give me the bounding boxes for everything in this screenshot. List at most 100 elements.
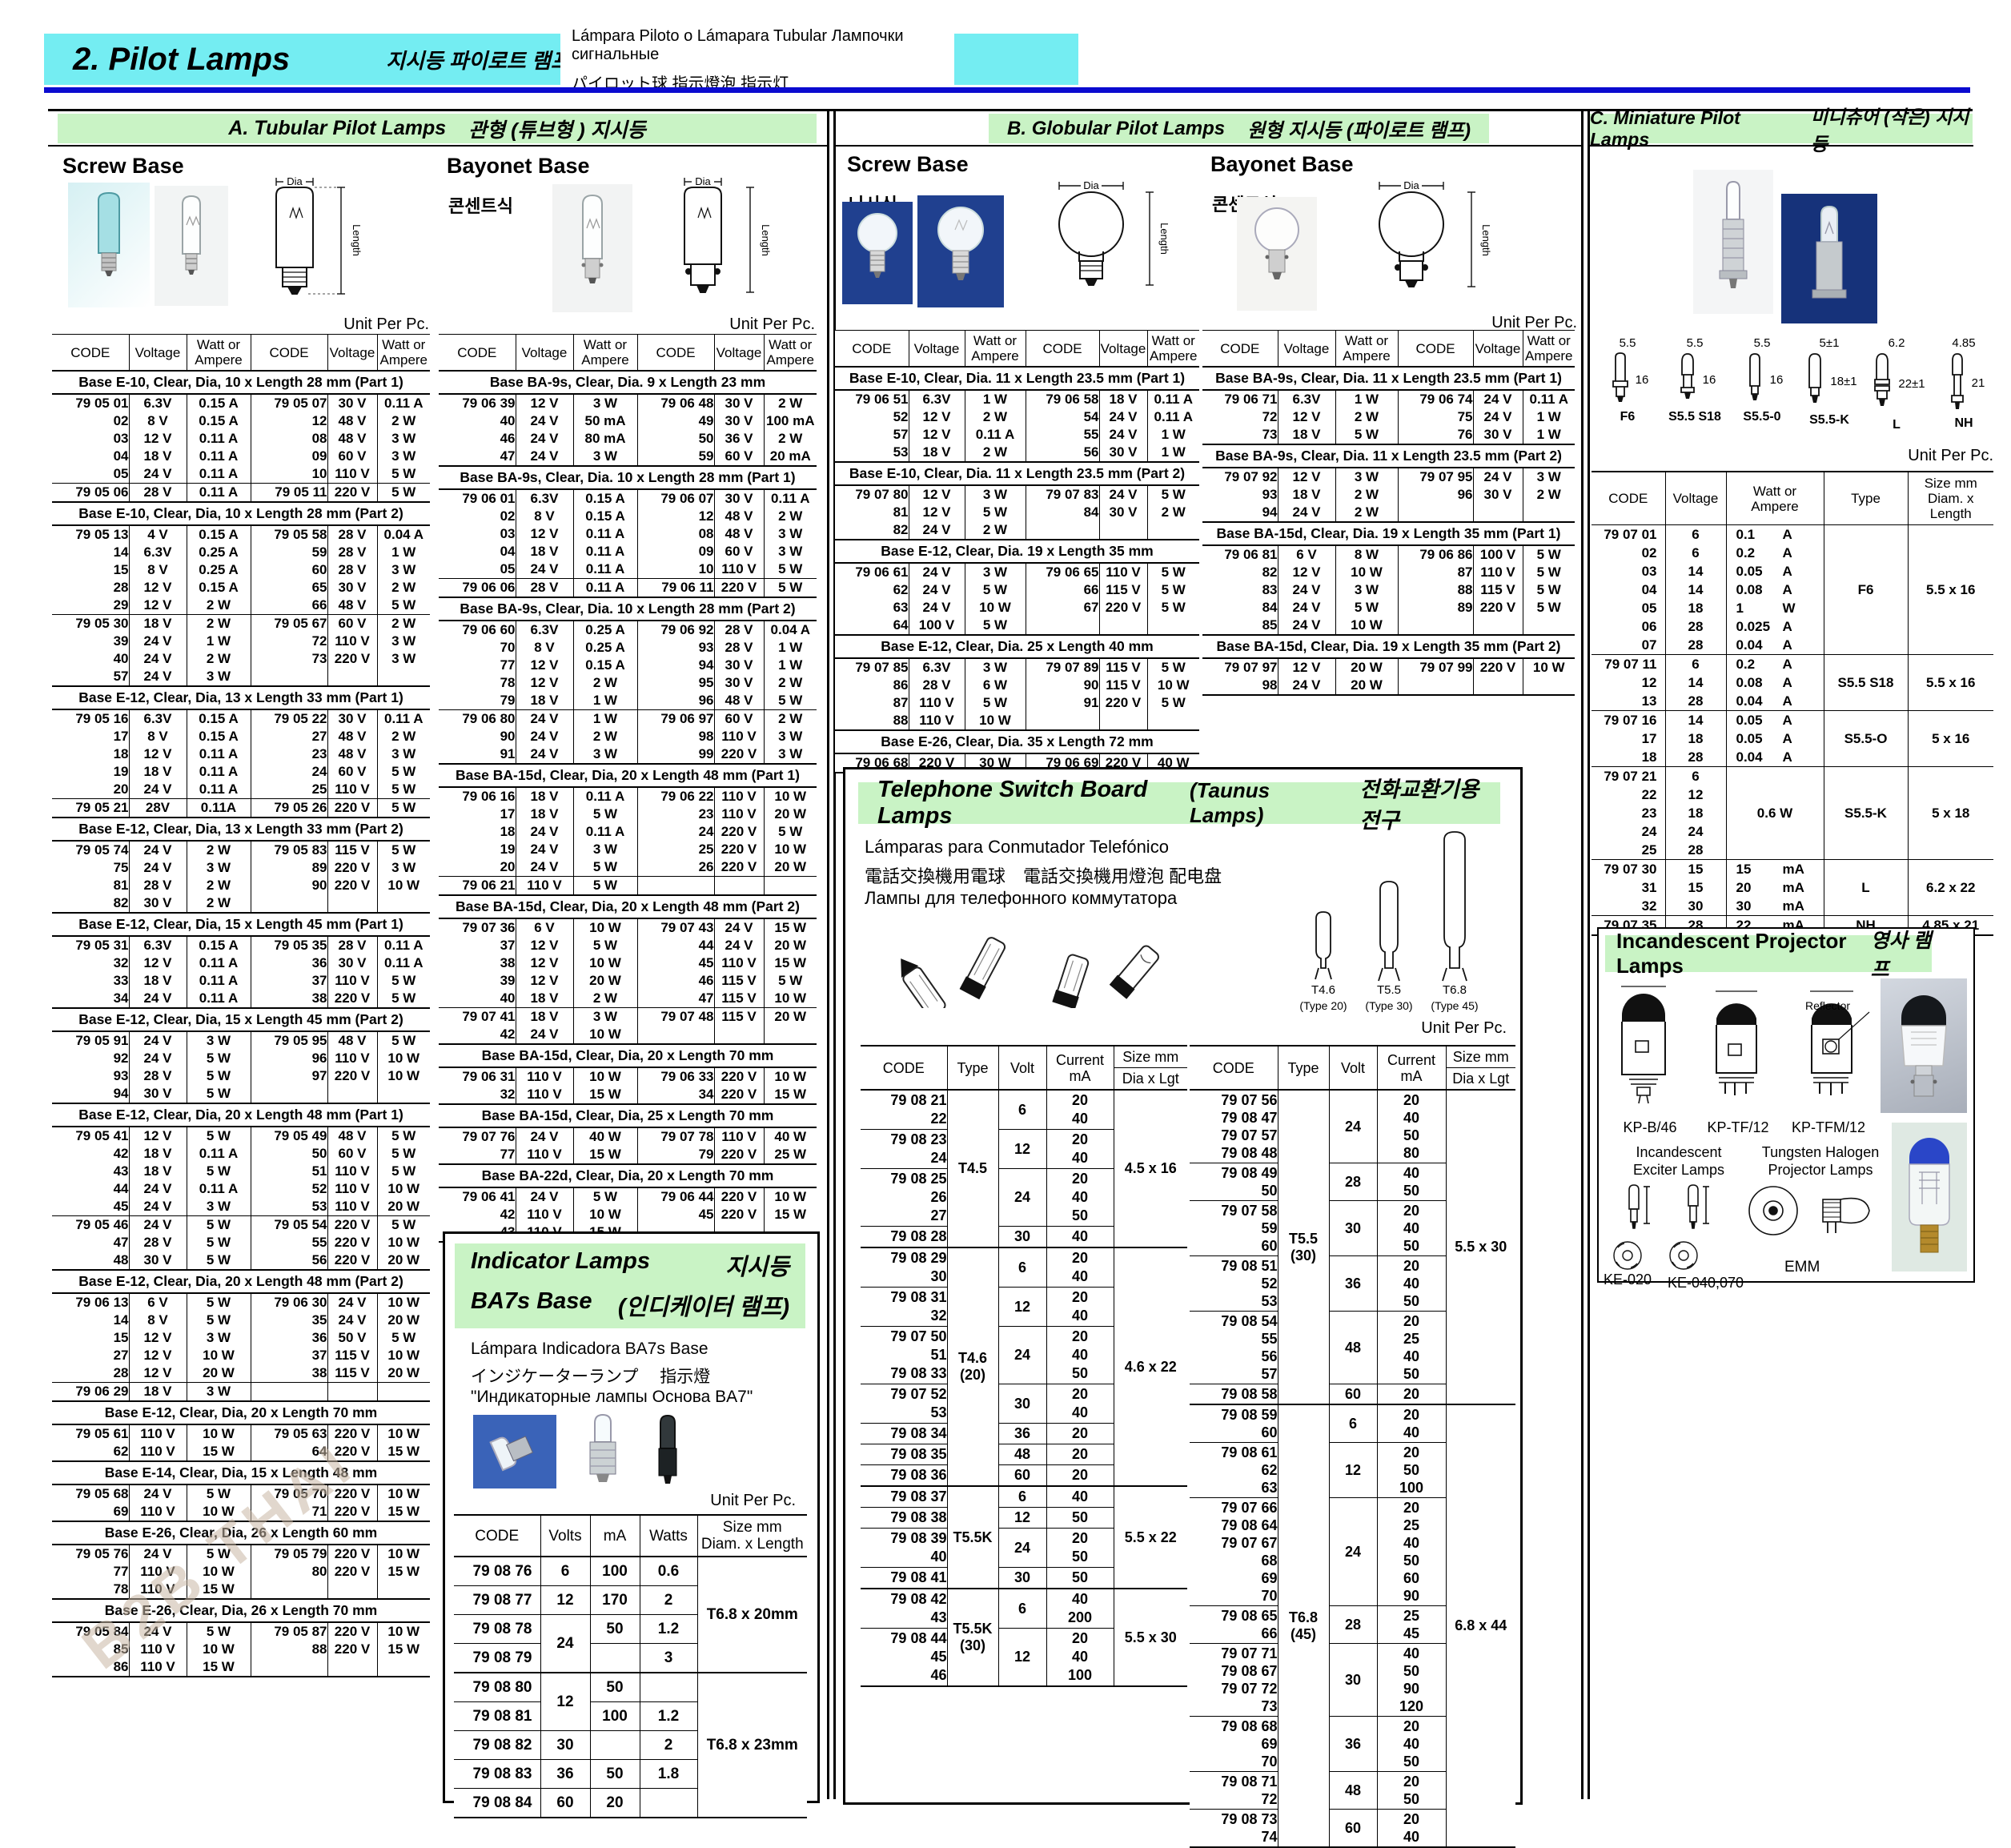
- watt-value: 0.05: [1736, 730, 1783, 747]
- watt-cell: 0.11 A: [1523, 390, 1575, 408]
- voltage-cell: 110 V: [516, 1206, 573, 1223]
- volt-cell: 12: [1329, 1443, 1377, 1498]
- watt-cell: 5 W: [377, 799, 430, 818]
- code-cell: 79 05 35: [251, 936, 327, 954]
- voltage-cell: 6: [1665, 525, 1726, 544]
- projector-halogen-label: Tungsten Halogen Projector Lamps: [1744, 1143, 1897, 1179]
- watt-cell: 3 W: [187, 859, 251, 877]
- code-cell: 42: [52, 1145, 129, 1163]
- a-tubular-bulb-diagram: Dia Length: [239, 175, 371, 320]
- watt-cell: 5 W: [1335, 599, 1398, 617]
- voltage-cell: 12 V: [516, 972, 573, 990]
- clear-bulb-image: [171, 193, 212, 299]
- voltage-cell: 6: [1665, 655, 1726, 674]
- line: 25: [1378, 1517, 1446, 1534]
- code-cell: 79 05 76: [52, 1545, 129, 1563]
- code-cell: 79 08 78: [454, 1615, 540, 1644]
- voltage-cell: 220 V: [714, 841, 764, 858]
- voltage-cell: [1473, 617, 1523, 635]
- table-row: 2912 V2 W6648 V5 W: [52, 597, 430, 615]
- code-cell: 56: [1026, 444, 1099, 462]
- watt-cell: [377, 668, 430, 686]
- code-cell: 79 06 60: [439, 621, 516, 639]
- a-screw-table-wrap: CODEVoltageWatt or AmpereCODEVoltageWatt…: [52, 334, 430, 1677]
- voltage-cell: 6.3V: [909, 658, 965, 677]
- code-cell: 29: [52, 597, 129, 615]
- globe-bulb-image: [1252, 204, 1302, 303]
- voltage-cell: 220 V: [327, 877, 377, 894]
- code-cell: 79 08 84: [454, 1789, 540, 1818]
- line: 20: [1047, 1466, 1114, 1484]
- watt-cell: 0.11 A: [1147, 408, 1199, 426]
- watt-cell: 5 W: [187, 1234, 251, 1251]
- watt-value: 1: [1736, 600, 1783, 617]
- type-cell: T5.5K: [947, 1486, 998, 1589]
- header-row: CODEVoltageWatt or AmpereCODEVoltageWatt…: [1202, 331, 1575, 368]
- table-row: 8212 V10 W87110 V5 W: [1202, 564, 1575, 581]
- voltage-cell: 220 V: [327, 859, 377, 877]
- table-row: 79 07 5679 08 4779 07 5779 08 48T5.5 (30…: [1190, 1090, 1515, 1163]
- watt-cell: 3 W: [187, 1383, 251, 1402]
- table-row: 708 V0.25 A9328 V1 W: [439, 639, 817, 657]
- watt-cell: 5 W: [764, 972, 817, 990]
- c-diagram-item: 5±1 18±1 S5.5-K: [1796, 336, 1862, 432]
- code-cell: [637, 877, 714, 896]
- code-cell: 79 08 38: [861, 1508, 947, 1529]
- c-diagram-item: 6.2 22±1 L: [1864, 336, 1929, 432]
- line: 79 08 25: [861, 1170, 947, 1188]
- line: 79 08 29: [861, 1249, 947, 1267]
- line: 60: [1378, 1569, 1446, 1587]
- c-diagram-name: S5.5-K: [1809, 413, 1849, 428]
- watt-cell: 3 W: [377, 745, 430, 763]
- watt-cell: 40 W: [573, 1127, 637, 1146]
- column-header: Watt or Ampere: [1147, 331, 1199, 368]
- voltage-cell: 30 V: [129, 1085, 187, 1103]
- line: 30: [861, 1267, 947, 1286]
- watt-cell: 10 W: [1523, 658, 1575, 677]
- table-row: 028 V0.15 A1248 V2 W: [439, 508, 817, 525]
- group-title-row: Base BA-9s, Clear, Dia. 10 x Length 28 m…: [439, 466, 817, 489]
- tel-diagram-name-2: T6.8: [1443, 983, 1467, 997]
- voltage-cell: 18 V: [129, 1163, 187, 1180]
- voltage-cell: 24 V: [909, 563, 965, 581]
- b-bayonet-bulb-diagram: Dia Length: [1343, 178, 1503, 315]
- b-bayonet-photo: [1237, 197, 1317, 311]
- voltage-cell: 110 V: [129, 1443, 187, 1461]
- voltage-cell: 30 V: [327, 954, 377, 972]
- type-cell: T4.6 (20): [947, 1247, 998, 1486]
- column-header: Voltage: [327, 335, 377, 372]
- group-title-row: Base E-10, Clear, Dia. 11 x Length 23.5 …: [835, 367, 1199, 390]
- line: 79 08 67: [1190, 1662, 1278, 1680]
- table-row: 9024 V2 W98110 V3 W: [439, 728, 817, 745]
- code-cell: [251, 1581, 327, 1599]
- line: 50: [1378, 1182, 1446, 1199]
- voltage-cell: 24 V: [129, 650, 187, 668]
- telephone-unit-label: Unit Per Pc.: [1339, 1019, 1507, 1038]
- group-title: Base BA-9s, Clear, Dia. 10 x Length 28 m…: [439, 597, 817, 621]
- current-cell: 2050: [1046, 1529, 1114, 1568]
- code-cell: 02: [1592, 544, 1665, 562]
- table-row: 79 07 7624 V40 W79 07 78110 V40 W: [439, 1127, 817, 1146]
- group-title: Base E-12, Clear, Dia, 15 x Length 45 mm…: [52, 1008, 430, 1031]
- watt-cell: 1W: [1726, 599, 1824, 617]
- code-cell: 79 06 21: [439, 877, 516, 896]
- type-cell: T5.5 (30): [1278, 1090, 1329, 1404]
- tel-diagram-type-0: (Type 20): [1299, 999, 1347, 1012]
- code-cell: 79 05 67: [251, 615, 327, 633]
- b-screw-photo-2: [917, 195, 1004, 307]
- voltage-cell: 12 V: [516, 937, 573, 954]
- table-row: 79 06 2918 V3 W: [52, 1383, 430, 1402]
- line: 79 08 34: [861, 1424, 947, 1443]
- line: 50: [1047, 1569, 1114, 1587]
- a-bayonet-korean-label: 콘센트식: [448, 192, 513, 218]
- table-row: 79 05 4624 V5 W79 05 54220 V5 W: [52, 1216, 430, 1235]
- watt-cell: 20 W: [187, 1364, 251, 1383]
- code-cell: 40: [439, 990, 516, 1008]
- code-cell: 96: [637, 692, 714, 710]
- voltage-cell: 8 V: [516, 639, 573, 657]
- c-diagram-name: L: [1893, 418, 1901, 432]
- voltage-cell: 220 V: [327, 1067, 377, 1085]
- voltage-cell: 24 V: [129, 1180, 187, 1198]
- code-cell: 79 08 58: [1190, 1384, 1278, 1405]
- code-cell: 79 05 95: [251, 1031, 327, 1050]
